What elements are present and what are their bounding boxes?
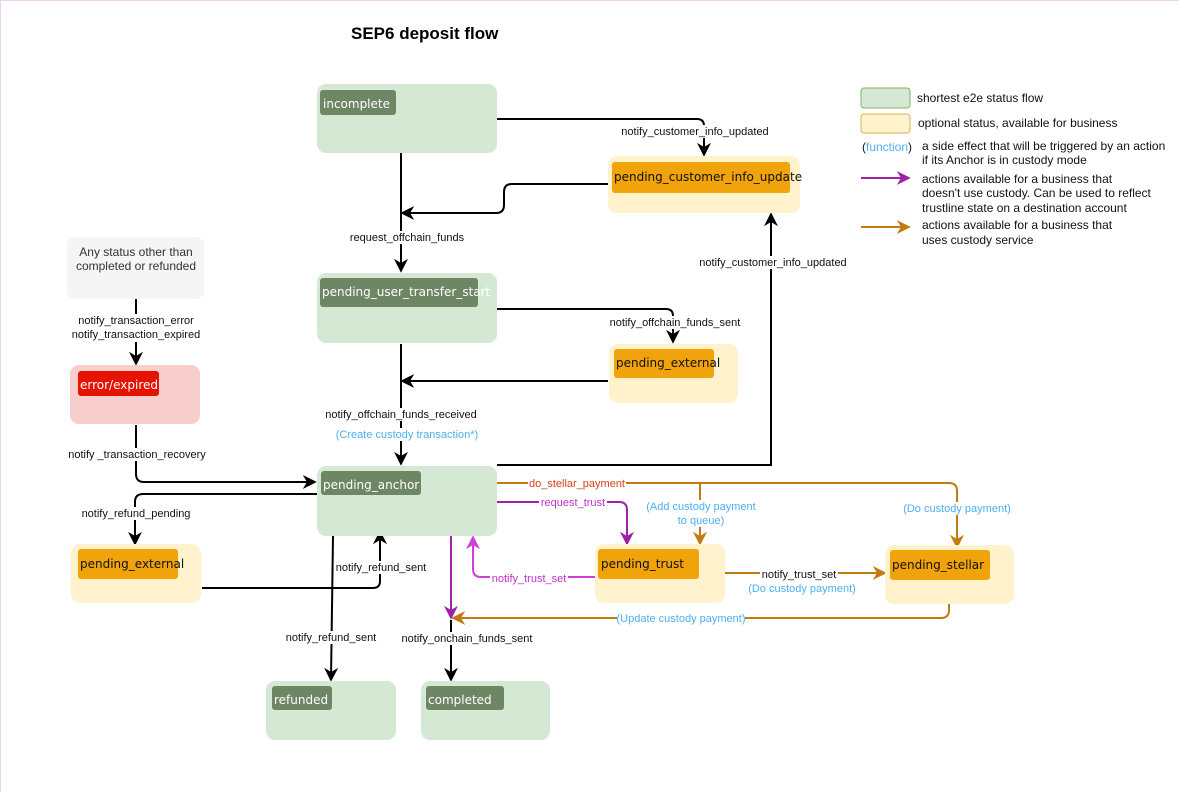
- deposit-flow-diagram: SEP6 deposit flow incomplete pending_cus…: [66, 24, 1165, 740]
- state-pending-anchor[interactable]: pending_anchor: [317, 466, 497, 536]
- legend-orange-desc-2: uses custody service: [922, 233, 1034, 247]
- svg-text:incomplete: incomplete: [323, 97, 390, 111]
- state-pending-trust[interactable]: pending_trust: [595, 544, 725, 603]
- legend-green-swatch: [860, 87, 911, 109]
- label-do-stellar-payment: do_stellar_payment: [529, 478, 625, 490]
- label-incomplete-to-pciu: notify_customer_info_updated: [621, 126, 768, 138]
- label-add-custody-payment-2: to queue): [678, 515, 724, 527]
- state-pending-external-refund[interactable]: pending_external: [71, 544, 201, 603]
- svg-text:pending_user_transfer_start: pending_user_transfer_start: [322, 285, 491, 299]
- svg-text:Any status other than: Any status other than: [79, 245, 192, 259]
- state-completed[interactable]: completed: [421, 681, 550, 740]
- state-pending-stellar[interactable]: pending_stellar: [885, 545, 1014, 604]
- legend-function-desc-1: a side effect that will be triggered by …: [922, 139, 1165, 153]
- svg-text:refunded: refunded: [274, 693, 328, 707]
- svg-text:pending_trust: pending_trust: [601, 557, 684, 571]
- state-pending-external-top[interactable]: pending_external: [609, 344, 738, 403]
- state-refunded[interactable]: refunded: [266, 681, 396, 740]
- edge-notify-trust-set-back: [466, 535, 595, 578]
- legend-purple-desc-3: trustline state on a destination account: [922, 201, 1127, 215]
- label-create-custody-transaction: (Create custody transaction*): [336, 429, 478, 441]
- legend-orange-desc-1: actions available for a business that: [922, 218, 1113, 232]
- label-notify-transaction-error: notify_transaction_error: [78, 315, 194, 327]
- svg-text:pending_customer_info_update: pending_customer_info_update: [614, 170, 802, 184]
- state-pending-customer-info-update[interactable]: pending_customer_info_update: [608, 156, 802, 213]
- legend-function-sample: (function): [862, 140, 912, 154]
- label-do-custody-payment-top: (Do custody payment): [903, 503, 1011, 515]
- legend-green-label: shortest e2e status flow: [917, 91, 1043, 105]
- svg-text:completed: completed: [428, 693, 492, 707]
- label-notify-trust-set-back: notify_trust_set: [492, 573, 567, 585]
- label-notify-transaction-recovery: notify _transaction_recovery: [68, 449, 206, 461]
- label-notify-offchain-funds-received: notify_offchain_funds_received: [325, 409, 476, 421]
- svg-text:pending_anchor: pending_anchor: [323, 478, 419, 492]
- svg-text:pending_external: pending_external: [616, 356, 720, 370]
- label-notify-onchain-funds-sent: notify_onchain_funds_sent: [402, 633, 533, 645]
- svg-text:completed or refunded: completed or refunded: [76, 259, 196, 273]
- diagram-title: SEP6 deposit flow: [351, 24, 499, 43]
- label-notify-refund-sent-down: notify_refund_sent: [286, 632, 377, 644]
- svg-text:error/expired: error/expired: [80, 378, 158, 392]
- label-notify-offchain-funds-sent: notify_offchain_funds_sent: [610, 317, 741, 329]
- svg-text:pending_external: pending_external: [80, 557, 184, 571]
- legend-yellow-label: optional status, available for business: [918, 116, 1117, 130]
- state-error-expired[interactable]: error/expired: [70, 365, 200, 424]
- label-notify-transaction-expired: notify_transaction_expired: [72, 329, 200, 341]
- label-notify-refund-sent-up: notify_refund_sent: [336, 562, 427, 574]
- label-update-custody-payment: (Update custody payment): [616, 613, 745, 625]
- edge-refund-sent-up: [202, 530, 387, 589]
- legend-purple-desc-2: doesn't use custody. Can be used to refl…: [922, 186, 1152, 200]
- label-request-offchain-funds: request_offchain_funds: [350, 232, 465, 244]
- legend-yellow-swatch: [860, 113, 911, 134]
- edge-anchor-to-refunded: [324, 535, 339, 682]
- legend-function-desc-2: if its Anchor is in custody mode: [922, 153, 1087, 167]
- label-notify-trust-set-fwd: notify_trust_set: [762, 569, 837, 581]
- legend: shortest e2e status flow optional status…: [860, 87, 1165, 247]
- state-pending-user-transfer-start[interactable]: pending_user_transfer_start: [317, 273, 497, 343]
- label-anchor-to-pciu: notify_customer_info_updated: [699, 257, 846, 269]
- edge-pciu-back: [400, 183, 608, 220]
- label-add-custody-payment-1: (Add custody payment: [646, 501, 755, 513]
- state-any-status: Any status other than completed or refun…: [67, 237, 204, 299]
- state-incomplete[interactable]: incomplete: [317, 84, 497, 153]
- svg-text:pending_stellar: pending_stellar: [892, 558, 984, 572]
- label-do-custody-payment-mid: (Do custody payment): [748, 583, 856, 595]
- label-request-trust: request_trust: [541, 497, 605, 509]
- edge-labels: notify_customer_info_updated request_off…: [66, 125, 1013, 645]
- label-notify-refund-pending: notify_refund_pending: [82, 508, 191, 520]
- edge-anchor-to-pciu: [497, 212, 778, 466]
- legend-purple-desc-1: actions available for a business that: [922, 172, 1113, 186]
